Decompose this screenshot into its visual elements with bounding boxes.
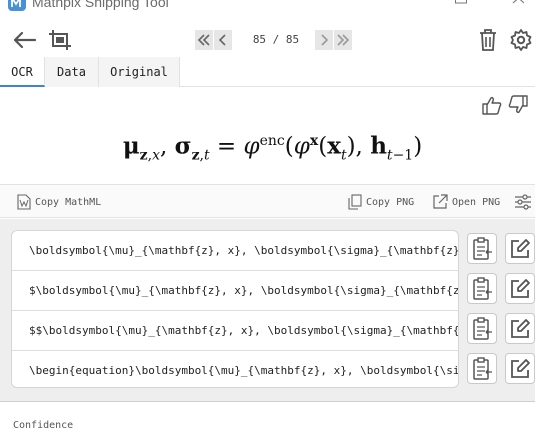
clipboard-copy-icon bbox=[473, 356, 492, 380]
options-button[interactable] bbox=[514, 193, 535, 211]
edit-icon bbox=[511, 358, 530, 378]
edit-icon bbox=[511, 318, 530, 338]
first-page-button[interactable] bbox=[195, 30, 213, 50]
copy-button-row-2[interactable] bbox=[467, 273, 497, 304]
confidence-label: Confidence bbox=[13, 420, 74, 431]
trash-icon bbox=[480, 29, 496, 51]
tab-original[interactable]: Original bbox=[99, 57, 180, 87]
rendered-formula: μz,x, σz,t = φenc(φx(xt), ht−1) bbox=[122, 132, 423, 164]
copy-button-row-3[interactable] bbox=[467, 313, 497, 344]
copy-button-row-4[interactable] bbox=[467, 353, 497, 384]
copy-button-row-1[interactable] bbox=[467, 233, 497, 264]
mathpix-logo-icon bbox=[8, 0, 26, 11]
edit-icon bbox=[511, 278, 530, 298]
result-row-latex[interactable]: \boldsymbol{\mu}_{\mathbf{z}, x}, \bolds… bbox=[12, 231, 458, 271]
delete-button[interactable] bbox=[475, 28, 501, 52]
arrow-left-icon bbox=[13, 31, 37, 49]
result-row-inline-math[interactable]: $\boldsymbol{\mu}_{\mathbf{z}, x}, \bold… bbox=[12, 271, 458, 311]
results-panel: \boldsymbol{\mu}_{\mathbf{z}, x}, \bolds… bbox=[0, 219, 535, 401]
result-row-display-math[interactable]: $$\boldsymbol{\mu}_{\mathbf{z}, x}, \bol… bbox=[12, 311, 458, 351]
mathml-file-icon bbox=[17, 194, 31, 210]
clipboard-copy-icon bbox=[473, 236, 492, 260]
page-counter: 85 / 85 bbox=[252, 33, 300, 46]
title-bar: Mathpix Snipping Tool bbox=[0, 0, 535, 13]
tab-ocr[interactable]: OCR bbox=[0, 57, 45, 87]
edit-icon bbox=[511, 238, 530, 258]
previous-page-button[interactable] bbox=[214, 30, 232, 50]
clipboard-copy-icon bbox=[473, 316, 492, 340]
result-row-equation-env[interactable]: \begin{equation}\boldsymbol{\mu}_{\mathb… bbox=[12, 351, 458, 387]
edit-button-row-2[interactable] bbox=[505, 273, 535, 304]
nav-forward-group bbox=[315, 30, 352, 50]
copy-mathml-label: Copy MathML bbox=[35, 196, 102, 208]
copy-mathml-button[interactable]: Copy MathML bbox=[17, 193, 101, 211]
next-page-button[interactable] bbox=[315, 30, 333, 50]
tab-data[interactable]: Data bbox=[45, 57, 99, 87]
settings-button[interactable] bbox=[508, 28, 534, 52]
chevron-double-left-icon bbox=[197, 34, 210, 46]
tab-bar: OCR Data Original bbox=[0, 57, 535, 87]
copy-png-button[interactable]: Copy PNG bbox=[348, 193, 414, 211]
back-button[interactable] bbox=[12, 28, 38, 52]
edit-button-row-4[interactable] bbox=[505, 353, 535, 384]
last-page-button[interactable] bbox=[334, 30, 352, 50]
edit-button-row-1[interactable] bbox=[505, 233, 535, 264]
window-title: Mathpix Snipping Tool bbox=[32, 0, 169, 10]
open-external-icon bbox=[433, 194, 448, 209]
copy-icon bbox=[348, 194, 362, 210]
open-png-label: Open PNG bbox=[452, 196, 501, 208]
chevron-right-icon bbox=[321, 34, 329, 46]
copy-png-label: Copy PNG bbox=[366, 196, 415, 208]
footer-divider bbox=[0, 401, 535, 402]
open-png-button[interactable]: Open PNG bbox=[432, 193, 500, 211]
chevron-left-icon bbox=[218, 34, 226, 46]
thumbs-up-icon[interactable] bbox=[481, 95, 503, 115]
result-list: \boldsymbol{\mu}_{\mathbf{z}, x}, \bolds… bbox=[11, 230, 459, 388]
sliders-icon bbox=[515, 194, 531, 210]
chevron-double-right-icon bbox=[337, 34, 350, 46]
gear-icon bbox=[510, 29, 532, 51]
minimize-icon[interactable] bbox=[389, 0, 409, 11]
copy-bar: Copy MathML Copy PNG Open PNG bbox=[0, 184, 535, 218]
thumbs-down-icon[interactable] bbox=[507, 95, 529, 115]
screenshot-crop-icon bbox=[49, 30, 71, 50]
new-snip-button[interactable] bbox=[47, 28, 73, 52]
clipboard-copy-icon bbox=[473, 276, 492, 300]
nav-back-group bbox=[195, 30, 232, 50]
edit-button-row-3[interactable] bbox=[505, 313, 535, 344]
maximize-icon[interactable] bbox=[451, 0, 471, 11]
close-icon[interactable] bbox=[509, 0, 529, 11]
